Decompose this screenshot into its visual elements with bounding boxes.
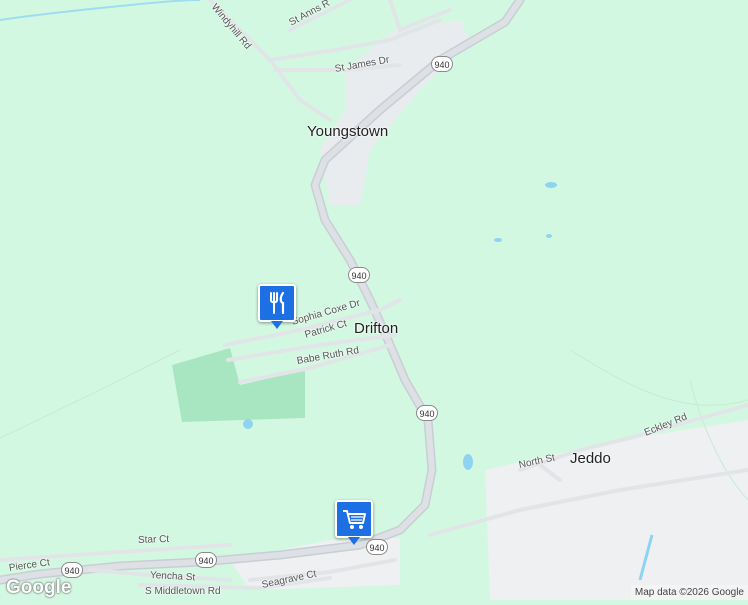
street-label-s-middletown: S Middletown Rd [145, 586, 221, 597]
shopping-cart-icon [343, 510, 366, 529]
place-label-drifton: Drifton [354, 320, 399, 337]
map-base-layer [0, 0, 748, 600]
google-logo: Google [6, 577, 72, 598]
fork-knife-icon [270, 291, 285, 315]
route-shield: 940 [431, 56, 453, 72]
map-canvas[interactable]: Youngstown Drifton Jeddo Windyhill Rd St… [0, 0, 748, 600]
pond [545, 182, 557, 188]
pond [463, 454, 473, 470]
street-label-star: Star Ct [137, 533, 170, 546]
route-shield: 940 [61, 562, 83, 578]
street-label-yencha: Yencha St [149, 570, 196, 584]
route-shield: 940 [366, 539, 388, 555]
route-shield: 940 [195, 552, 217, 568]
route-shield: 940 [416, 405, 438, 421]
place-label-youngstown: Youngstown [307, 123, 389, 140]
map-attribution[interactable]: Map data ©2026 Google [630, 585, 748, 600]
shopping-pin[interactable] [335, 500, 373, 545]
restaurant-pin[interactable] [258, 284, 296, 329]
place-label-jeddo: Jeddo [570, 450, 611, 467]
route-shield: 940 [348, 267, 370, 283]
pond [243, 419, 253, 429]
pond [546, 234, 552, 238]
pond [494, 238, 502, 242]
